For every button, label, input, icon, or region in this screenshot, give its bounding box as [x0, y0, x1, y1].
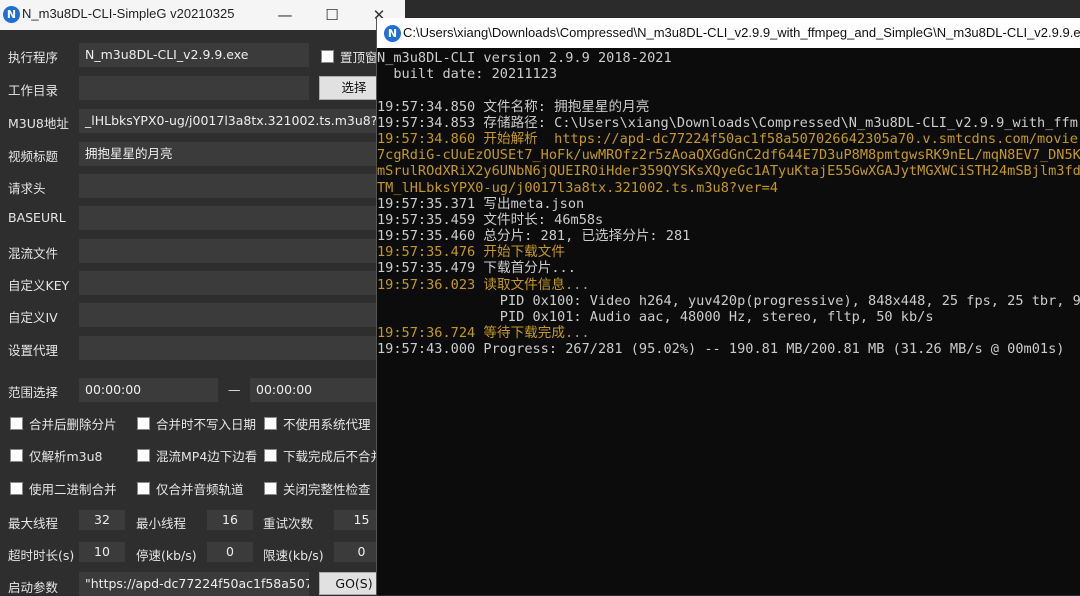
video-title-field[interactable]: 拥抱星星的月亮 [79, 142, 376, 166]
console-line: TM_lHLbksYPX0-ug/j0017l3a8tx.321002.ts.m… [377, 179, 779, 196]
console-line: PID 0x101: Audio aac, 48000 Hz, stereo, … [377, 309, 934, 325]
console-logo-icon: N [384, 25, 401, 42]
console-line: 19:57:34.850 文件名称: 拥抱星星的月亮 [377, 98, 650, 115]
check-label: 使用二进制合并 [29, 482, 117, 497]
check-label: 下载完成后不合并 [283, 449, 384, 464]
proxy-field[interactable] [79, 336, 376, 360]
video-title-label: 视频标题 [8, 149, 59, 164]
args-field[interactable]: "https://apd-dc77224f50ac1f58a507026 [79, 572, 309, 596]
workdir-field[interactable] [79, 76, 309, 100]
stop-speed-label: 停速(kb/s) [136, 548, 197, 563]
console-line: 19:57:34.853 存储路径: C:\Users\xiang\Downlo… [377, 114, 1078, 131]
check-label: 合并时不写入日期 [156, 417, 257, 432]
checkbox-box-icon[interactable] [10, 482, 23, 495]
baseurl-label: BASEURL [8, 210, 66, 225]
gui-title-bar[interactable]: N N_m3u8DL-CLI-SimpleG v20210325 — ☐ ✕ [0, 0, 405, 30]
exe-field[interactable]: N_m3u8DL-CLI_v2.9.9.exe [79, 43, 309, 67]
console-line: 19:57:36.023 读取文件信息... [377, 276, 590, 293]
check-label: 关闭完整性检查 [283, 482, 371, 497]
stop-speed-input[interactable]: 0 [207, 542, 253, 562]
check-no-integrity[interactable]: 关闭完整性检查 [264, 479, 371, 498]
console-line: built date: 20211123 [377, 66, 558, 83]
range-end-field[interactable]: 00:00:00 [250, 378, 376, 402]
checkbox-box-icon[interactable] [137, 482, 150, 495]
key-field[interactable] [79, 271, 376, 295]
check-label: 合并后删除分片 [29, 417, 117, 432]
checkbox-box-icon[interactable] [264, 482, 277, 495]
header-label: 请求头 [8, 181, 46, 196]
mux-label: 混流文件 [8, 246, 59, 261]
console-line: 19:57:35.479 下载首分片... [377, 260, 576, 277]
timeout-label: 超时时长(s) [8, 548, 75, 563]
console-line: PID 0x100: Video h264, yuv420p(progressi… [377, 292, 1080, 309]
console-line: N_m3u8DL-CLI version 2.9.9 2018-2021 [377, 50, 672, 66]
timeout-input[interactable]: 10 [79, 542, 125, 562]
console-line: mSrulROdXRiX2y6UNbN6jQUEIROiHder359QYSKs… [377, 163, 1080, 180]
console-line: 19:57:35.459 文件时长: 46m58s [377, 211, 604, 228]
m3u8-field[interactable]: _lHLbksYPX0-ug/j0017l3a8tx.321002.ts.m3u… [79, 109, 376, 133]
check-label: 不使用系统代理 [283, 417, 371, 432]
console-window: N C:\Users\xiang\Downloads\Compressed\N_… [376, 18, 1080, 595]
check-binary-merge[interactable]: 使用二进制合并 [10, 479, 117, 498]
check-live-mux[interactable]: 混流MP4边下边看 [137, 446, 257, 465]
range-label: 范围选择 [8, 385, 59, 400]
gui-window-title: N_m3u8DL-CLI-SimpleG v20210325 [22, 6, 235, 21]
min-threads-label: 最小线程 [136, 516, 187, 531]
max-threads-input[interactable]: 32 [79, 510, 125, 530]
check-audio-only[interactable]: 仅合并音频轨道 [137, 479, 244, 498]
console-line: 19:57:36.724 等待下载完成... [377, 325, 590, 342]
check-delete-after-merge[interactable]: 合并后删除分片 [10, 414, 117, 433]
range-start-field[interactable]: 00:00:00 [79, 378, 218, 402]
console-output[interactable]: N_m3u8DL-CLI version 2.9.9 2018-2021 bui… [377, 50, 1080, 358]
checkbox-box-icon[interactable] [10, 417, 23, 430]
proxy-label: 设置代理 [8, 343, 59, 358]
check-label: 仅合并音频轨道 [156, 482, 244, 497]
check-parse-only[interactable]: 仅解析m3u8 [10, 446, 103, 465]
console-line: 7cgRdiG-cUuEzOUSEt7_HoFk/uwMROfz2r5zAoaQ… [377, 147, 1080, 164]
console-line: 19:57:35.460 总分片: 281, 已选择分片: 281 [377, 228, 691, 245]
simpleg-window: N N_m3u8DL-CLI-SimpleG v20210325 — ☐ ✕ 执… [0, 0, 405, 596]
max-threads-label: 最大线程 [8, 516, 59, 531]
console-line: 19:57:35.371 写出meta.json [377, 195, 585, 212]
retry-label: 重试次数 [263, 516, 314, 531]
checkbox-box-icon[interactable] [264, 417, 277, 430]
limit-speed-label: 限速(kb/s) [263, 548, 324, 563]
range-separator: — [228, 382, 241, 397]
console-line: 19:57:43.000 Progress: 267/281 (95.02%) … [377, 341, 1065, 358]
baseurl-field[interactable] [79, 206, 376, 230]
checkbox-box-icon[interactable] [264, 449, 277, 462]
checkbox-box-icon[interactable] [10, 449, 23, 462]
check-label: 仅解析m3u8 [29, 449, 103, 464]
check-no-date[interactable]: 合并时不写入日期 [137, 414, 256, 433]
iv-field[interactable] [79, 303, 376, 327]
console-title-bar[interactable]: N C:\Users\xiang\Downloads\Compressed\N_… [377, 18, 1080, 48]
maximize-button[interactable]: ☐ [317, 2, 347, 28]
check-no-merge[interactable]: 下载完成后不合并 [264, 446, 383, 465]
check-label: 混流MP4边下边看 [156, 449, 258, 464]
checkbox-box-icon[interactable] [137, 417, 150, 430]
header-field[interactable] [79, 174, 376, 198]
mux-field[interactable] [79, 239, 376, 263]
minimize-button[interactable]: — [270, 2, 300, 28]
app-logo-icon: N [3, 6, 20, 23]
iv-label: 自定义IV [8, 310, 58, 325]
console-line: 19:57:35.476 开始下载文件 [377, 244, 565, 261]
key-label: 自定义KEY [8, 278, 70, 293]
workdir-label: 工作目录 [8, 83, 59, 98]
checkbox-box-icon[interactable] [321, 50, 334, 63]
checkbox-box-icon[interactable] [137, 449, 150, 462]
min-threads-input[interactable]: 16 [207, 510, 253, 530]
args-label: 启动参数 [8, 580, 59, 595]
console-window-title: C:\Users\xiang\Downloads\Compressed\N_m3… [403, 25, 1080, 40]
m3u8-label: M3U8地址 [8, 116, 69, 131]
check-no-system-proxy[interactable]: 不使用系统代理 [264, 414, 371, 433]
console-line: 19:57:34.860 开始解析 https://apd-dc77224f50… [377, 130, 1078, 147]
exe-label: 执行程序 [8, 50, 59, 65]
